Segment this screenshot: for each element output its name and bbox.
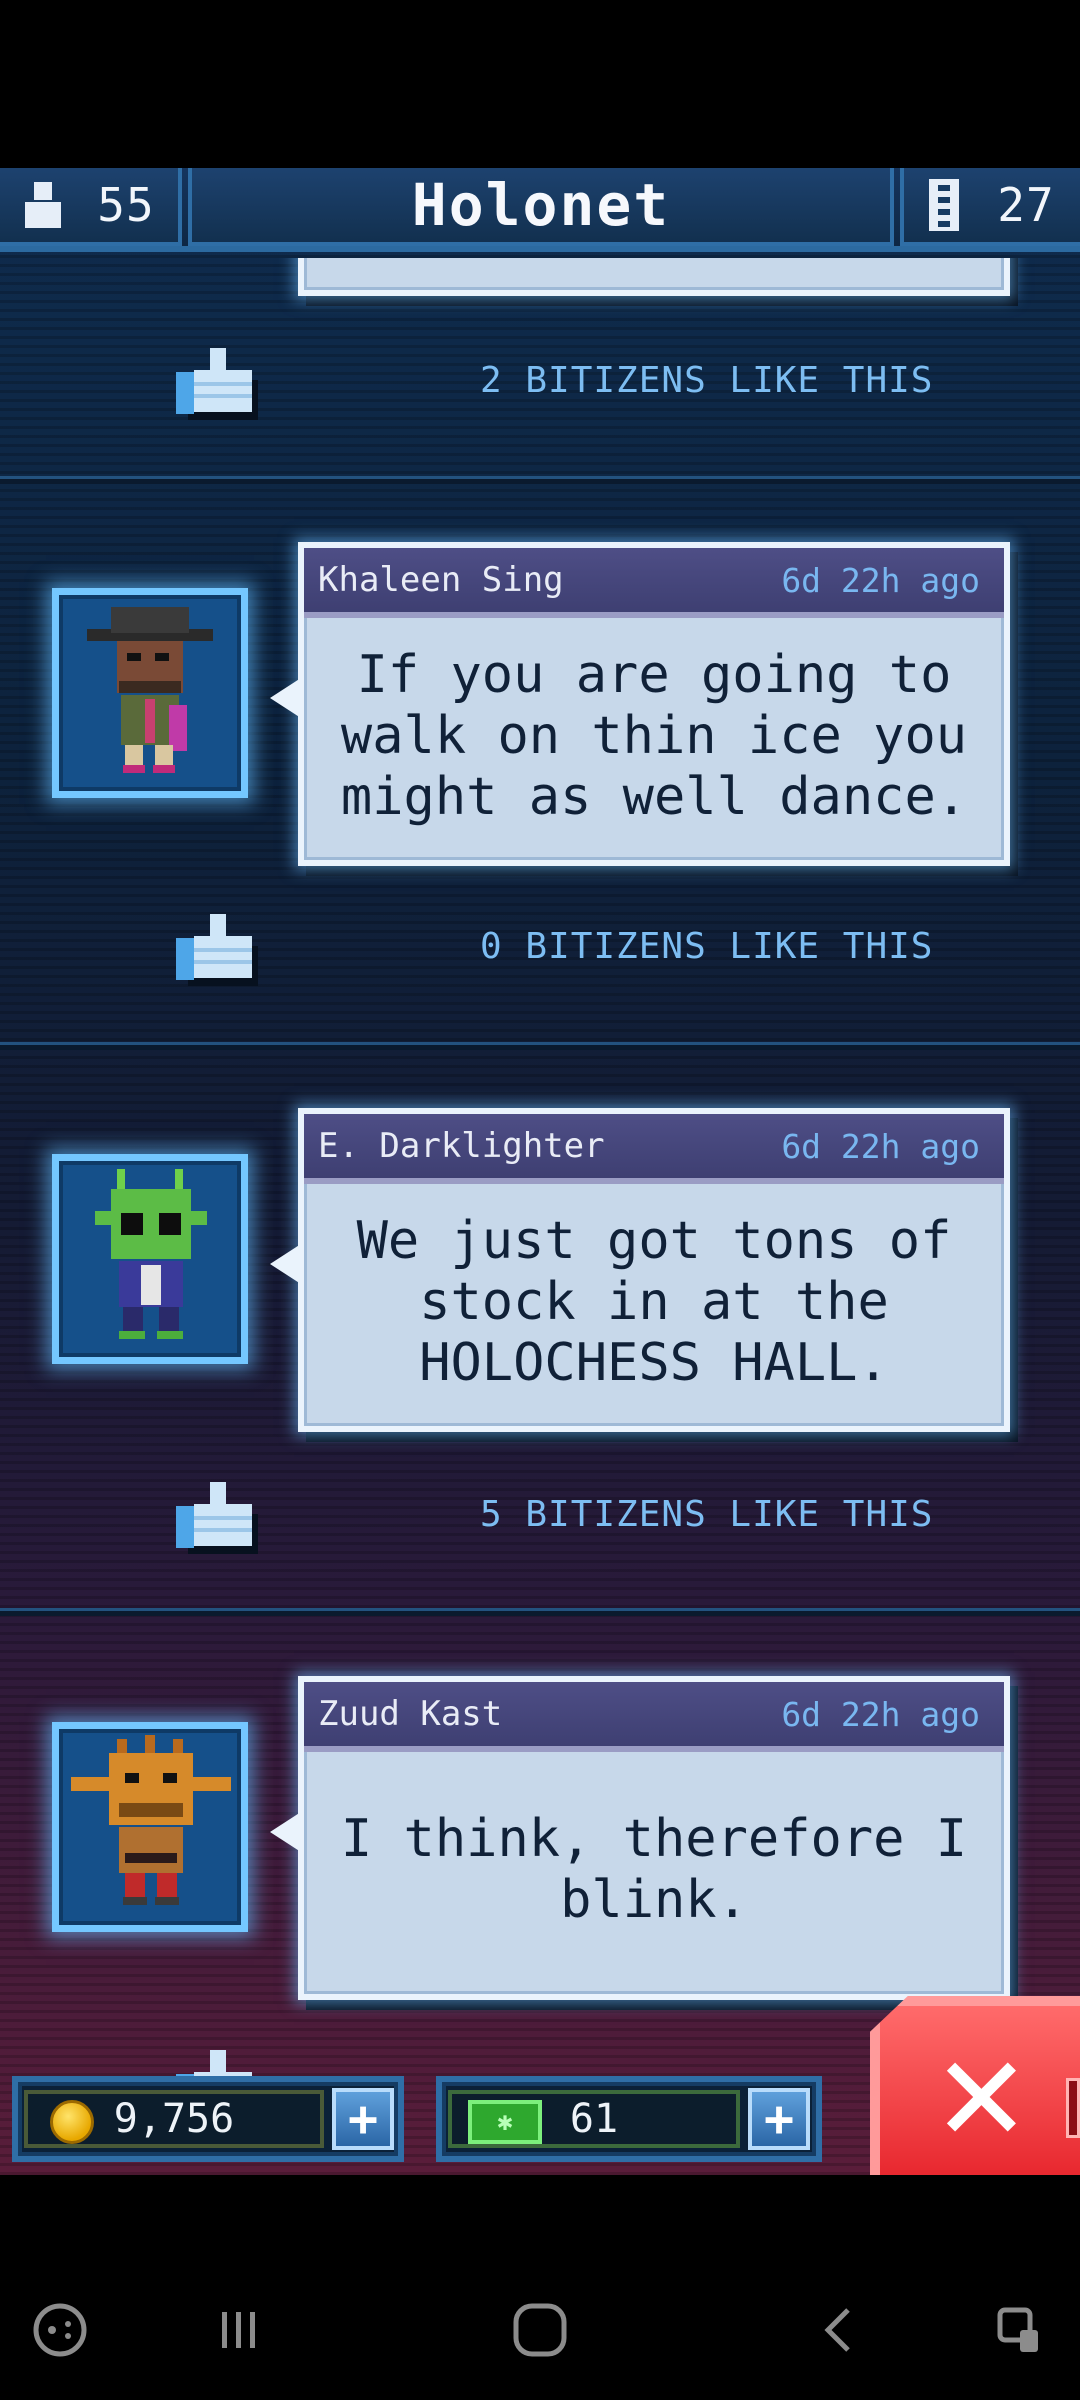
avatar[interactable] <box>52 588 248 798</box>
thumbs-up-icon[interactable] <box>176 908 266 988</box>
home-icon[interactable] <box>500 2290 580 2370</box>
likes-count: 5 BITIZENS LIKE THIS <box>480 1494 934 1535</box>
thumbs-up-icon[interactable] <box>176 342 266 422</box>
coins-value: 9,756 <box>113 2096 235 2142</box>
likes-count: 2 BITIZENS LIKE THIS <box>480 360 934 401</box>
likes-count: 0 BITIZENS LIKE THIS <box>480 926 934 967</box>
add-coins-button[interactable]: + <box>332 2088 394 2150</box>
screen-lock-icon[interactable] <box>980 2290 1060 2370</box>
person-icon <box>23 180 63 230</box>
author-name[interactable]: Zuud Kast <box>318 1694 502 1734</box>
bubble-header: Zuud Kast 6d 22h ago <box>304 1682 1004 1752</box>
message-bubble: Zuud Kast 6d 22h ago I think, therefore … <box>270 1676 1010 2000</box>
population-counter[interactable]: 55 <box>0 168 182 246</box>
avatar[interactable] <box>52 1722 248 1932</box>
coins-panel: 9,756 + <box>12 2076 404 2162</box>
post-time: 6d 22h ago <box>781 1694 980 1734</box>
post-divider <box>0 1042 1080 1050</box>
population-value: 55 <box>97 178 155 232</box>
building-icon <box>929 179 960 231</box>
floors-value: 27 <box>997 178 1055 232</box>
recent-apps-icon[interactable] <box>198 2290 278 2370</box>
bux-field: ✱ 61 <box>448 2090 740 2148</box>
bux-icon: ✱ <box>468 2100 542 2144</box>
close-icon: ✕ <box>932 2030 1031 2168</box>
post-time: 6d 22h ago <box>781 1126 980 1166</box>
like-row: 2 BITIZENS LIKE THIS <box>0 342 1080 422</box>
like-row: 5 BITIZENS LIKE THIS <box>0 1476 1080 1556</box>
bubble-header: Khaleen Sing 6d 22h ago <box>304 548 1004 618</box>
bitizen-avatar-icon <box>71 1735 231 1905</box>
message-bubble: Khaleen Sing 6d 22h ago If you are going… <box>270 542 1010 866</box>
like-row: 0 BITIZENS LIKE THIS <box>0 908 1080 988</box>
status-bar <box>0 0 1080 168</box>
avatar[interactable] <box>52 1154 248 1364</box>
post-divider <box>0 476 1080 484</box>
floors-counter[interactable]: 27 <box>900 168 1080 246</box>
close-button-detail <box>1066 2078 1080 2138</box>
bux-value: 61 <box>569 2096 619 2142</box>
game-launcher-icon[interactable] <box>20 2290 100 2370</box>
bux-panel: ✱ 61 + <box>436 2076 822 2162</box>
post-time: 6d 22h ago <box>781 560 980 600</box>
system-nav-bar <box>0 2260 1080 2400</box>
author-name[interactable]: Khaleen Sing <box>318 560 564 600</box>
coin-icon <box>50 2100 94 2144</box>
post-divider <box>0 1608 1080 1616</box>
bitizen-avatar-icon <box>87 607 213 773</box>
page-title-box: Holonet <box>188 168 894 246</box>
message-bubble <box>298 258 1010 296</box>
message-text: We just got tons of stock in at the HOLO… <box>356 1210 952 1393</box>
message-text: I think, therefore I blink. <box>340 1809 968 1930</box>
author-name[interactable]: E. Darklighter <box>318 1126 605 1166</box>
bubble-header: E. Darklighter 6d 22h ago <box>304 1114 1004 1184</box>
screen-band <box>0 2175 1080 2260</box>
page-title: Holonet <box>411 171 671 239</box>
holonet-feed[interactable]: 2 BITIZENS LIKE THIS Khaleen Sing 6d 22h… <box>0 258 1080 2158</box>
thumbs-up-icon[interactable] <box>176 1476 266 1556</box>
close-button[interactable]: ✕ <box>870 1996 1080 2175</box>
message-bubble: E. Darklighter 6d 22h ago We just got to… <box>270 1108 1010 1432</box>
add-bux-button[interactable]: + <box>748 2088 810 2150</box>
coins-field: 9,756 <box>24 2090 324 2148</box>
message-text: If you are going to walk on thin ice you… <box>340 644 968 827</box>
bitizen-avatar-icon <box>95 1169 207 1339</box>
back-icon[interactable] <box>800 2290 880 2370</box>
holonet-header: 55 Holonet 27 <box>0 168 1080 252</box>
